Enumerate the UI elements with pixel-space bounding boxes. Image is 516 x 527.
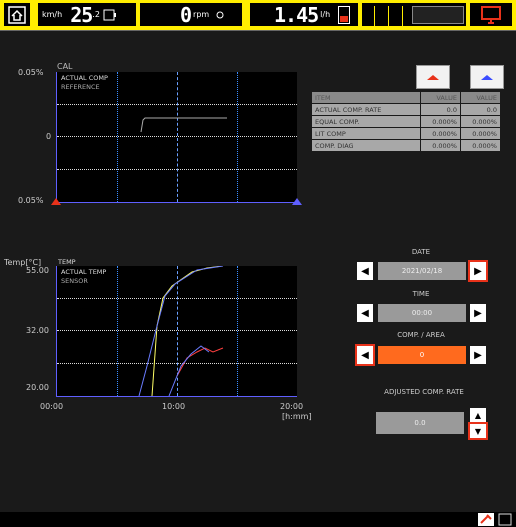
fuel-indicator: 1.45 l/h <box>250 2 358 27</box>
lower-x-unit: [h:mm] <box>282 412 312 421</box>
data-table: ITEM VALUE VALUE ACTUAL COMP. RATE 0.0 0… <box>312 92 500 152</box>
table-cell: 0.0 <box>421 104 460 115</box>
table-cell: 0.000% <box>421 128 460 139</box>
date-value: 2021/02/18 <box>378 262 466 280</box>
date-label: DATE <box>411 248 431 256</box>
lower-y-top: 55.00 <box>26 266 49 275</box>
upper-end-icon <box>292 198 302 205</box>
table-cell: 0.0 <box>461 104 500 115</box>
lower-chart-lines <box>138 266 224 396</box>
mountain-red-button[interactable] <box>416 65 450 89</box>
status-strip <box>362 3 466 29</box>
table-row: COMP. DIAG 0.000% 0.000% <box>312 140 500 151</box>
fuel-value: 1.45 <box>274 2 319 27</box>
lower-y-bottom: 20.00 <box>26 383 49 392</box>
fuel-gauge-icon <box>338 5 351 24</box>
table-row: ACTUAL COMP. RATE 0.0 0.0 <box>312 104 500 115</box>
rpm-indicator: 0 rpm <box>140 2 242 27</box>
lower-chart: ACTUAL TEMP SENSOR <box>56 266 297 397</box>
arrow-right-icon: ▶ <box>474 349 482 361</box>
arrow-right-icon: ▶ <box>474 265 482 277</box>
status-bar: km/h 25 .2 0 rpm 1.45 l/h <box>0 0 516 30</box>
date-next-button[interactable]: ▶ <box>468 260 488 282</box>
time-label: TIME <box>412 290 430 298</box>
date-prev-button[interactable]: ◀ <box>357 262 373 280</box>
comp-next-button[interactable]: ▶ <box>470 346 486 364</box>
adjusted-label: ADJUSTED COMP. RATE <box>384 388 464 396</box>
table-row: EQUAL COMP. 0.000% 0.000% <box>312 116 500 127</box>
home-button[interactable] <box>4 3 30 26</box>
adjusted-up-button[interactable]: ▲ <box>470 408 486 422</box>
lower-y-mid: 32.00 <box>26 326 49 335</box>
upper-chart: ACTUAL COMP REFERENCE <box>56 72 297 203</box>
arrow-left-icon: ◀ <box>361 307 369 319</box>
adjusted-down-button[interactable]: ▼ <box>468 422 488 440</box>
arrow-right-icon: ▶ <box>474 307 482 319</box>
file-icon[interactable] <box>498 513 512 526</box>
table-header-cell: ITEM <box>312 92 420 103</box>
mountain-blue-icon <box>481 75 493 80</box>
clock-box <box>412 6 464 24</box>
mountain-blue-button[interactable] <box>470 65 504 89</box>
table-header-cell: VALUE <box>461 92 500 103</box>
upper-chart-header: CAL <box>57 62 73 71</box>
arrow-left-icon: ◀ <box>361 265 369 277</box>
table-header: ITEM VALUE VALUE <box>312 92 500 103</box>
monitor-icon <box>481 5 501 24</box>
lower-trace-blue <box>138 266 224 396</box>
table-header-cell: VALUE <box>421 92 460 103</box>
lower-x-left: 00:00 <box>40 402 64 411</box>
upper-trace <box>140 117 227 133</box>
upper-chart-lines <box>140 117 227 133</box>
table-cell: COMP. DIAG <box>312 140 420 151</box>
alert-button[interactable] <box>470 3 512 26</box>
speed-suffix: .2 <box>92 10 100 19</box>
rpm-value: 0 <box>180 2 192 27</box>
speed-value: 25 <box>70 2 93 27</box>
speed-indicator: km/h 25 .2 <box>38 2 136 27</box>
table-cell: 0.000% <box>461 116 500 127</box>
table-cell: 0.000% <box>421 116 460 127</box>
comp-label: COMP. / AREA <box>397 331 445 339</box>
wrench-icon[interactable] <box>478 513 494 526</box>
fuel-unit: l/h <box>320 10 331 19</box>
home-icon <box>8 5 26 24</box>
table-cell: EQUAL COMP. <box>312 116 420 127</box>
table-cell: 0.000% <box>461 140 500 151</box>
comp-prev-button[interactable]: ◀ <box>355 344 375 366</box>
lower-trace-blue-2 <box>168 345 210 396</box>
table-cell: 0.000% <box>461 128 500 139</box>
upper-cursor-icon[interactable] <box>51 198 61 205</box>
battery-icon <box>103 9 116 20</box>
table-cell: 0.000% <box>421 140 460 151</box>
arrow-up-icon: ▲ <box>474 410 482 420</box>
lower-trace-yellow <box>151 266 223 396</box>
comp-value[interactable]: 0 <box>378 346 466 364</box>
upper-y-top: 0.05% <box>18 68 44 77</box>
table-cell: LIT COMP <box>312 128 420 139</box>
time-next-button[interactable]: ▶ <box>470 304 486 322</box>
speed-unit: km/h <box>42 10 63 19</box>
time-prev-button[interactable]: ◀ <box>357 304 373 322</box>
lower-legend-temp: TEMP <box>58 258 76 266</box>
lower-x-right: 20:00 <box>280 402 304 411</box>
time-value: 00:00 <box>378 304 466 322</box>
upper-y-bottom: 0.05% <box>18 196 44 205</box>
table-row: LIT COMP 0.000% 0.000% <box>312 128 500 139</box>
arrow-down-icon: ▼ <box>474 426 482 436</box>
mountain-red-icon <box>427 75 439 80</box>
gear-icon <box>216 11 224 18</box>
adjusted-value: 0.0 <box>376 412 464 434</box>
lower-x-mid: 10:00 <box>162 402 186 411</box>
table-cell: ACTUAL COMP. RATE <box>312 104 420 115</box>
bottom-bar <box>0 512 516 527</box>
rpm-unit: rpm <box>193 10 210 19</box>
upper-y-mid: 0 <box>46 132 52 141</box>
arrow-left-icon: ◀ <box>361 349 369 361</box>
